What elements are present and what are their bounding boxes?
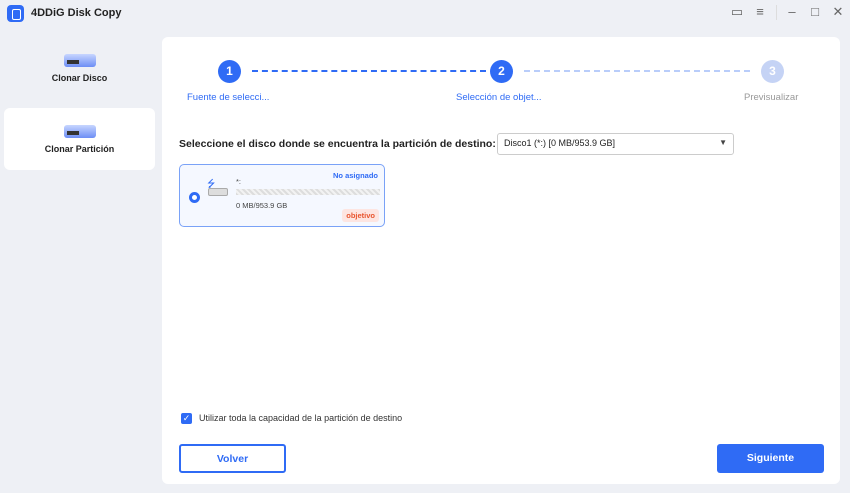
step-2-indicator: 2 bbox=[490, 60, 513, 83]
sidebar-item-label: Clonar Disco bbox=[51, 73, 108, 83]
disk-select-value: Disco1 (*:) [0 MB/953.9 GB] bbox=[504, 138, 616, 148]
step-connector bbox=[524, 70, 750, 72]
partition-card[interactable]: ⭍ *: No asignado 0 MB/953.9 GB objetivo bbox=[179, 164, 385, 227]
question-label: Seleccione el disco donde se encuentra l… bbox=[179, 138, 496, 150]
app-logo-icon bbox=[7, 5, 24, 22]
step-3-label: Previsualizar bbox=[744, 92, 799, 103]
title-bar: 4DDiG Disk Copy ▭ ≡ – □ ✕ bbox=[0, 0, 850, 28]
partition-status: No asignado bbox=[332, 171, 378, 180]
step-connector bbox=[252, 70, 486, 72]
partition-radio[interactable] bbox=[189, 192, 200, 203]
minimize-button[interactable]: – bbox=[783, 4, 801, 19]
chevron-down-icon: ▼ bbox=[719, 138, 727, 147]
step-3-indicator: 3 bbox=[761, 60, 784, 83]
next-button[interactable]: Siguiente bbox=[717, 444, 824, 473]
step-1-label: Fuente de selecci... bbox=[187, 92, 270, 103]
sidebar-item-clonar-disco[interactable]: Clonar Disco bbox=[4, 40, 155, 102]
step-2-label: Selección de objet... bbox=[456, 92, 542, 103]
partition-usage-bar bbox=[236, 189, 380, 195]
disk-icon bbox=[63, 54, 96, 67]
main-panel: 1 2 3 Fuente de selecci... Selección de … bbox=[162, 37, 840, 484]
sidebar-item-clonar-particion[interactable]: Clonar Partición bbox=[4, 108, 155, 170]
disk-icon bbox=[63, 125, 96, 138]
partition-name: *: bbox=[236, 177, 242, 186]
use-full-capacity-label: Utilizar toda la capacidad de la partici… bbox=[199, 413, 403, 423]
partition-size: 0 MB/953.9 GB bbox=[236, 201, 288, 210]
menu-icon[interactable]: ≡ bbox=[751, 4, 769, 19]
back-button[interactable]: Volver bbox=[179, 444, 286, 473]
app-title: 4DDiG Disk Copy bbox=[31, 7, 122, 19]
disk-select[interactable]: Disco1 (*:) [0 MB/953.9 GB] ▼ bbox=[497, 133, 734, 155]
feedback-icon[interactable]: ▭ bbox=[728, 4, 746, 20]
divider bbox=[776, 5, 777, 20]
sidebar-item-label: Clonar Partición bbox=[44, 144, 115, 154]
step-1-indicator: 1 bbox=[218, 60, 241, 83]
maximize-button[interactable]: □ bbox=[806, 4, 824, 19]
use-full-capacity-checkbox[interactable]: ✓ bbox=[181, 413, 192, 424]
target-badge: objetivo bbox=[342, 209, 379, 222]
drive-icon bbox=[208, 188, 228, 196]
close-button[interactable]: ✕ bbox=[829, 4, 847, 20]
